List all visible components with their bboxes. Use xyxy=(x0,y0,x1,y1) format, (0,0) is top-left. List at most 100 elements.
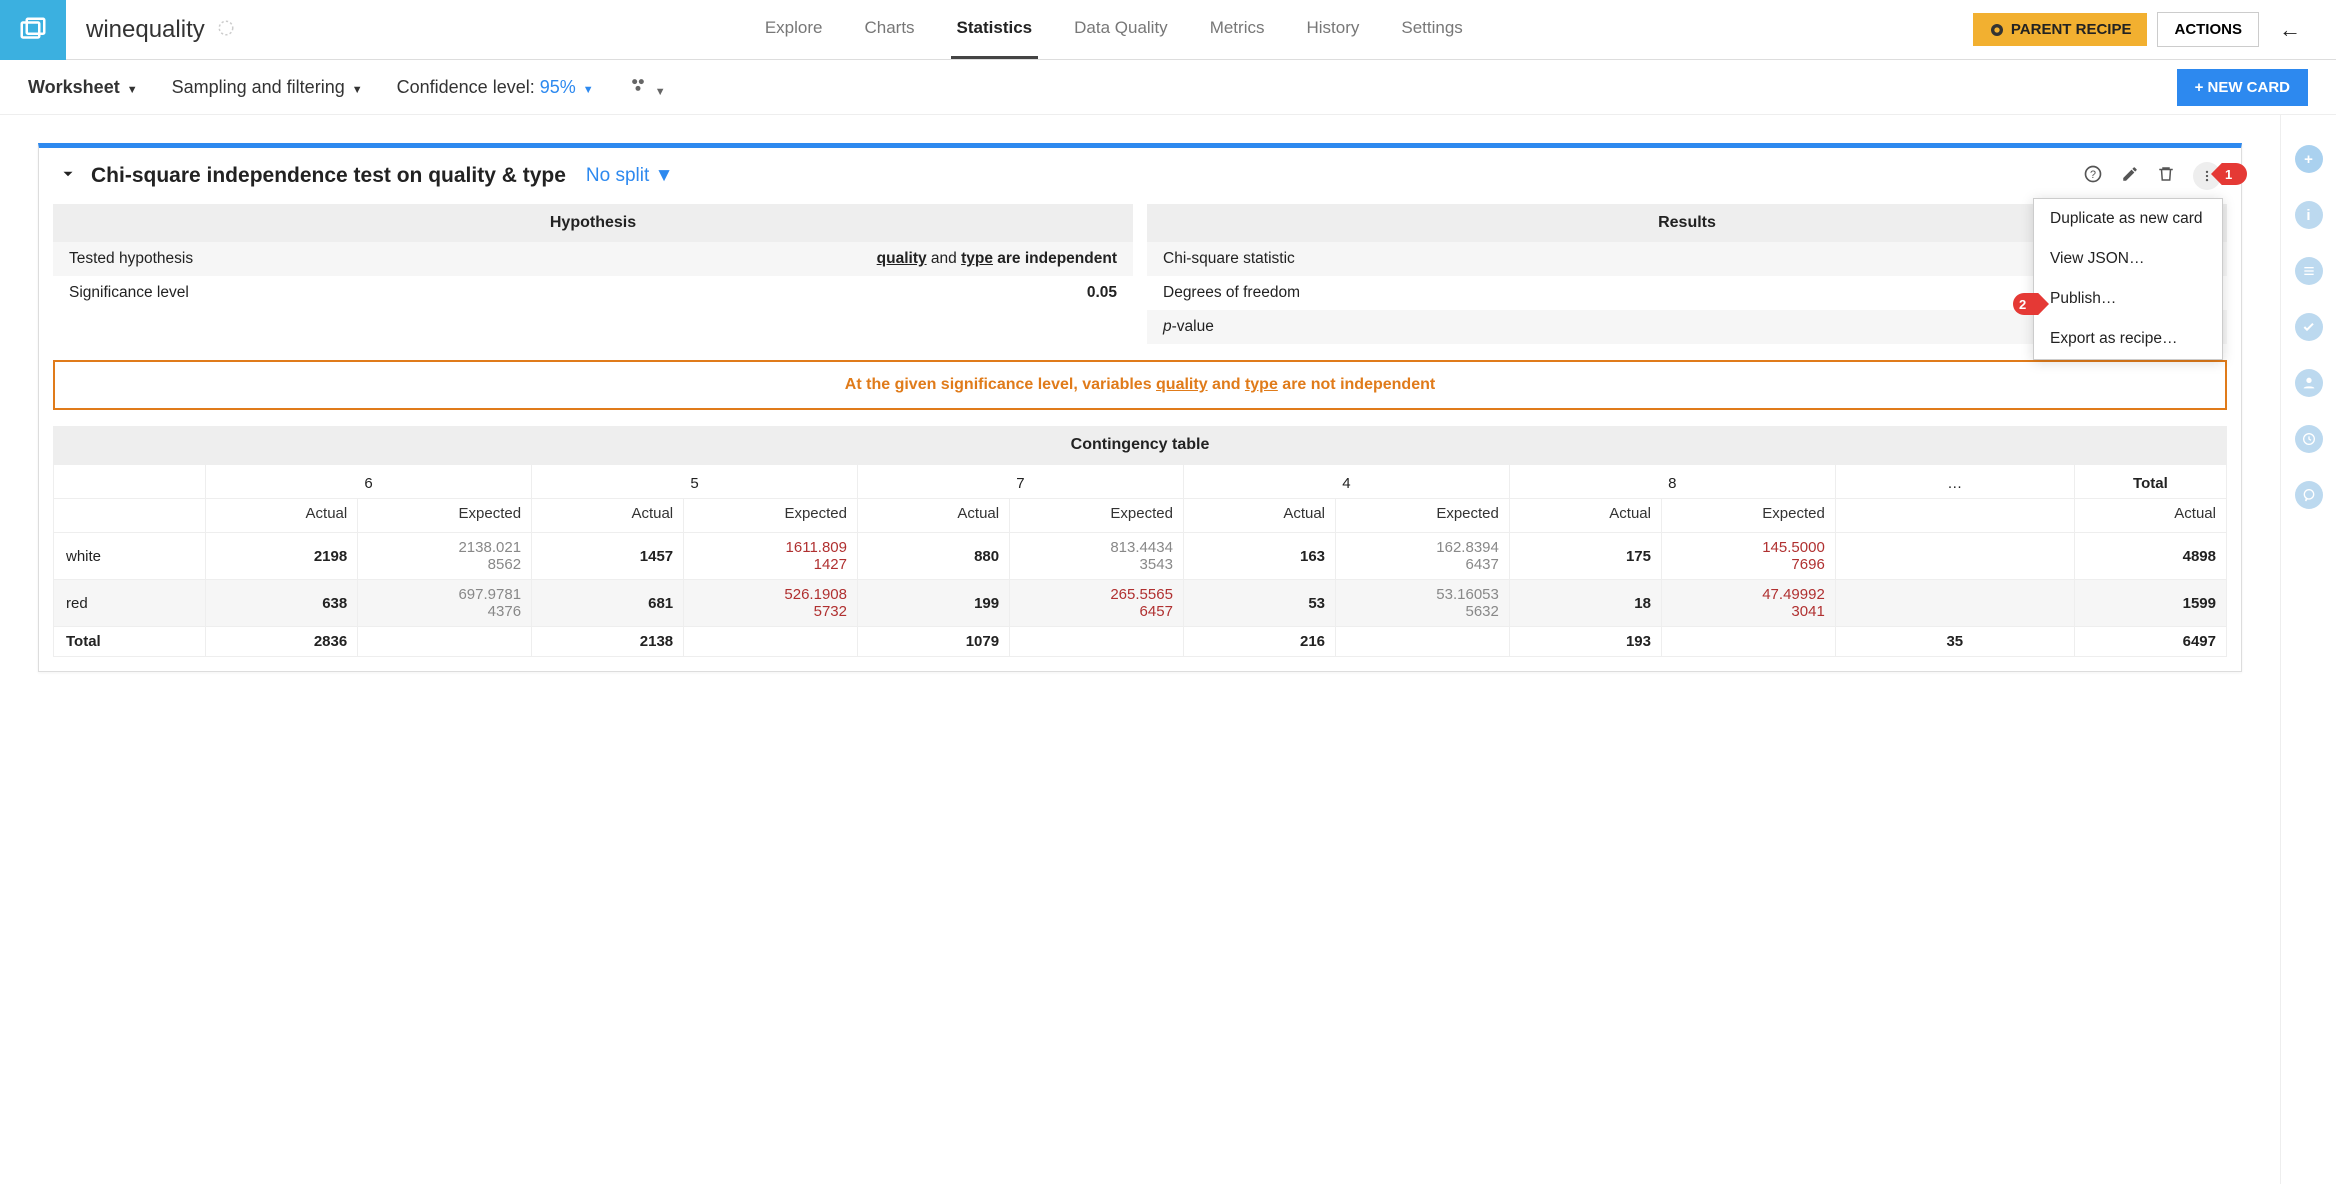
total-label: Total xyxy=(54,627,206,657)
sub-expected: Expected xyxy=(1336,499,1510,533)
rail-chat-icon[interactable] xyxy=(2295,481,2323,509)
table-total-row: Total283621381079216193356497 xyxy=(54,627,2227,657)
expected-value: 697.97814376 xyxy=(358,580,532,627)
confidence-label: Confidence level: xyxy=(397,77,535,97)
confidence-value: 95% xyxy=(540,77,576,97)
rail-history-icon[interactable] xyxy=(2295,425,2323,453)
col-total-value: 2138 xyxy=(532,627,684,657)
actual-value: 199 xyxy=(857,580,1009,627)
sub-actual: Actual xyxy=(857,499,1009,533)
statistics-card: Chi-square independence test on quality … xyxy=(38,143,2242,672)
dropdown-item-export-as-recipe[interactable]: Export as recipe… xyxy=(2034,319,2222,359)
dataset-status-icon xyxy=(217,16,235,44)
chevron-down-icon: ▼ xyxy=(127,84,138,96)
tab-metrics[interactable]: Metrics xyxy=(1204,0,1271,59)
chevron-down-icon: ▼ xyxy=(655,165,674,186)
row-total: 1599 xyxy=(2074,580,2226,627)
sub-expected: Expected xyxy=(1661,499,1835,533)
tab-charts[interactable]: Charts xyxy=(858,0,920,59)
rail-info-icon[interactable]: i xyxy=(2295,201,2323,229)
main-content: Chi-square independence test on quality … xyxy=(0,115,2280,1184)
collapse-chevron-icon[interactable] xyxy=(59,165,77,188)
back-arrow-icon[interactable]: ← xyxy=(2269,17,2316,43)
expected-value: 2138.0218562 xyxy=(358,533,532,580)
col-group: … xyxy=(1835,465,2074,499)
settings-gear-dropdown[interactable]: ▼ xyxy=(628,75,666,100)
table-row: red638697.97814376681526.19085732199265.… xyxy=(54,580,2227,627)
help-icon[interactable]: ? xyxy=(2083,164,2103,189)
tested-hypothesis-label: Tested hypothesis xyxy=(69,250,541,268)
expected-value: 47.499923041 xyxy=(1661,580,1835,627)
col-group: 7 xyxy=(857,465,1183,499)
tab-settings[interactable]: Settings xyxy=(1395,0,1468,59)
chevron-down-icon: ▼ xyxy=(352,84,363,96)
parent-recipe-label: PARENT RECIPE xyxy=(2011,21,2132,38)
split-label: No split xyxy=(586,165,649,186)
actual-value: 163 xyxy=(1183,533,1335,580)
edit-icon[interactable] xyxy=(2121,165,2139,188)
actual-value: 880 xyxy=(857,533,1009,580)
expected-value: 145.50007696 xyxy=(1661,533,1835,580)
parent-recipe-button[interactable]: PARENT RECIPE xyxy=(1973,13,2148,46)
rail-check-icon[interactable] xyxy=(2295,313,2323,341)
sampling-dropdown[interactable]: Sampling and filtering ▼ xyxy=(172,77,363,98)
actual-value: 1457 xyxy=(532,533,684,580)
top-actions: PARENT RECIPE ACTIONS ← xyxy=(1973,12,2336,47)
card-title: Chi-square independence test on quality … xyxy=(91,164,566,188)
dropdown-item-view-json[interactable]: View JSON… xyxy=(2034,239,2222,279)
actions-button[interactable]: ACTIONS xyxy=(2157,12,2259,47)
col-total-value: 1079 xyxy=(857,627,1009,657)
actual-value: 53 xyxy=(1183,580,1335,627)
tab-statistics[interactable]: Statistics xyxy=(951,0,1039,59)
sub-expected: Expected xyxy=(358,499,532,533)
hypothesis-panel: Hypothesis Tested hypothesis quality and… xyxy=(53,204,1133,344)
rail-user-icon[interactable] xyxy=(2295,369,2323,397)
expected-value: 813.44343543 xyxy=(1010,533,1184,580)
dropdown-item-duplicate-as-new-card[interactable]: Duplicate as new card xyxy=(2034,199,2222,239)
expected-value: 162.83946437 xyxy=(1336,533,1510,580)
col-group: 4 xyxy=(1183,465,1509,499)
chi-square-label: Chi-square statistic xyxy=(1163,250,1635,268)
expected-value: 1611.8091427 xyxy=(684,533,858,580)
col-total: Total xyxy=(2074,465,2226,499)
tab-data-quality[interactable]: Data Quality xyxy=(1068,0,1174,59)
tab-explore[interactable]: Explore xyxy=(759,0,829,59)
expected-value: 526.19085732 xyxy=(684,580,858,627)
degrees-freedom-label: Degrees of freedom xyxy=(1163,284,1635,302)
rail-add-icon[interactable]: + xyxy=(2295,145,2323,173)
actual-value: 2198 xyxy=(206,533,358,580)
actual-value: 638 xyxy=(206,580,358,627)
col-total-value: 193 xyxy=(1509,627,1661,657)
dataset-name: winequality xyxy=(86,16,205,44)
split-dropdown[interactable]: No split ▼ xyxy=(586,165,673,187)
row-label: red xyxy=(54,580,206,627)
worksheet-label: Worksheet xyxy=(28,77,120,97)
actual-value: 681 xyxy=(532,580,684,627)
expected-value: 265.55656457 xyxy=(1010,580,1184,627)
row-label: white xyxy=(54,533,206,580)
table-row: white21982138.021856214571611.8091427880… xyxy=(54,533,2227,580)
nav-tabs: Explore Charts Statistics Data Quality Metri… xyxy=(759,0,1469,59)
col-total-value: 216 xyxy=(1183,627,1335,657)
worksheet-dropdown[interactable]: Worksheet ▼ xyxy=(28,77,138,98)
tested-hypothesis-value: quality and type are independent xyxy=(541,250,1117,268)
delete-icon[interactable] xyxy=(2157,165,2175,188)
hypothesis-header: Hypothesis xyxy=(53,204,1133,242)
expected-value: 53.160535632 xyxy=(1336,580,1510,627)
col-total-value: 35 xyxy=(1835,627,2074,657)
tab-history[interactable]: History xyxy=(1300,0,1365,59)
confidence-dropdown[interactable]: Confidence level: 95% ▼ xyxy=(397,77,594,98)
significance-level-label: Significance level xyxy=(69,284,541,302)
sub-actual: Actual xyxy=(532,499,684,533)
p-value-label: p-value xyxy=(1163,318,1635,336)
new-card-button[interactable]: + NEW CARD xyxy=(2177,69,2308,106)
col-group: 8 xyxy=(1509,465,1835,499)
dropdown-item-publish[interactable]: Publish… xyxy=(2034,279,2222,319)
grand-total: 6497 xyxy=(2074,627,2226,657)
rail-list-icon[interactable] xyxy=(2295,257,2323,285)
actual-value: 18 xyxy=(1509,580,1661,627)
row-total: 4898 xyxy=(2074,533,2226,580)
project-logo-icon[interactable] xyxy=(0,0,66,60)
conclusion-banner: At the given significance level, variabl… xyxy=(53,360,2227,410)
sub-expected: Expected xyxy=(684,499,858,533)
